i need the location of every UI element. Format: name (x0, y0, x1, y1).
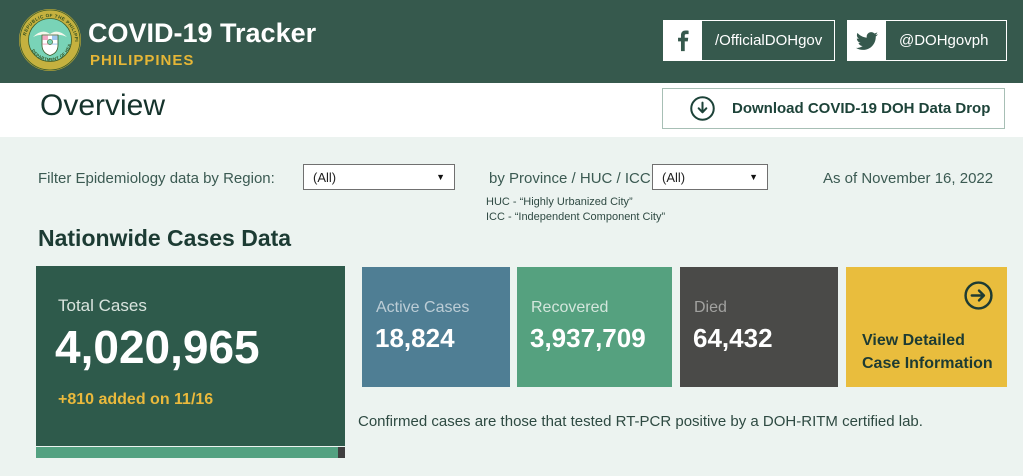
region-filter-dropdown[interactable]: (All) ▼ (303, 164, 455, 190)
overview-band: Overview Download COVID-19 DOH Data Drop (0, 83, 1023, 137)
dashboard-content: Filter Epidemiology data by Region: (All… (0, 137, 1023, 476)
died-label: Died (694, 299, 727, 316)
twitter-handle: @DOHgovph (899, 32, 989, 49)
recovered-card: Recovered 3,937,709 (517, 267, 672, 387)
total-cases-delta: +810 added on 11/16 (58, 391, 214, 408)
died-value: 64,432 (693, 323, 773, 353)
facebook-link-button[interactable]: /OfficialDOHgov (663, 20, 835, 61)
province-filter-value: (All) (662, 169, 686, 185)
view-detailed-line1: View Detailed (862, 332, 965, 349)
region-filter-value: (All) (313, 169, 337, 185)
active-cases-card: Active Cases 18,824 (362, 267, 510, 387)
download-circle-icon (690, 96, 715, 121)
app-subtitle: PHILIPPINES (90, 52, 195, 69)
arrow-right-circle-icon (964, 281, 993, 310)
region-filter-label: Filter Epidemiology data by Region: (38, 170, 275, 187)
view-detailed-line2: Case Information (862, 355, 993, 372)
view-detailed-case-info-button[interactable]: View Detailed Case Information (846, 267, 1007, 387)
twitter-link-button[interactable]: @DOHgovph (847, 20, 1007, 61)
huc-definition-note: HUC - “Highly Urbanized City” (486, 196, 633, 208)
icc-definition-note: ICC - “Independent Component City” (486, 211, 666, 223)
chevron-down-icon: ▼ (749, 172, 758, 182)
as-of-date: As of November 16, 2022 (823, 170, 994, 187)
chevron-down-icon: ▼ (436, 172, 445, 182)
horizontal-scrollbar[interactable] (36, 447, 345, 458)
facebook-handle: /OfficialDOHgov (715, 32, 823, 49)
recovered-value: 3,937,709 (530, 323, 646, 353)
active-cases-value: 18,824 (375, 323, 455, 353)
province-filter-dropdown[interactable]: (All) ▼ (652, 164, 768, 190)
app-title: COVID-19 Tracker (88, 18, 317, 48)
scrollbar-end-handle[interactable] (338, 447, 345, 458)
view-detailed-label: View Detailed Case Information (862, 329, 993, 375)
doh-seal-logo: REPUBLIC OF THE PHILIPPINES DEPARTMENT O… (18, 8, 81, 71)
page-title: Overview (40, 89, 166, 122)
total-cases-value: 4,020,965 (55, 321, 260, 373)
total-cases-card: Total Cases 4,020,965 +810 added on 11/1… (36, 266, 345, 446)
section-title: Nationwide Cases Data (38, 225, 292, 251)
covid-tracker-dashboard: REPUBLIC OF THE PHILIPPINES DEPARTMENT O… (0, 0, 1023, 476)
facebook-icon (664, 21, 702, 60)
active-cases-label: Active Cases (376, 299, 470, 316)
download-button-label: Download COVID-19 DOH Data Drop (732, 100, 991, 117)
total-cases-label: Total Cases (58, 296, 147, 315)
recovered-label: Recovered (531, 299, 609, 316)
twitter-icon (848, 21, 886, 60)
province-filter-label: by Province / HUC / ICC: (489, 170, 655, 187)
download-data-drop-button[interactable]: Download COVID-19 DOH Data Drop (662, 88, 1005, 129)
confirmed-cases-footnote: Confirmed cases are those that tested RT… (358, 413, 923, 430)
died-card: Died 64,432 (680, 267, 838, 387)
app-header: REPUBLIC OF THE PHILIPPINES DEPARTMENT O… (0, 0, 1023, 83)
